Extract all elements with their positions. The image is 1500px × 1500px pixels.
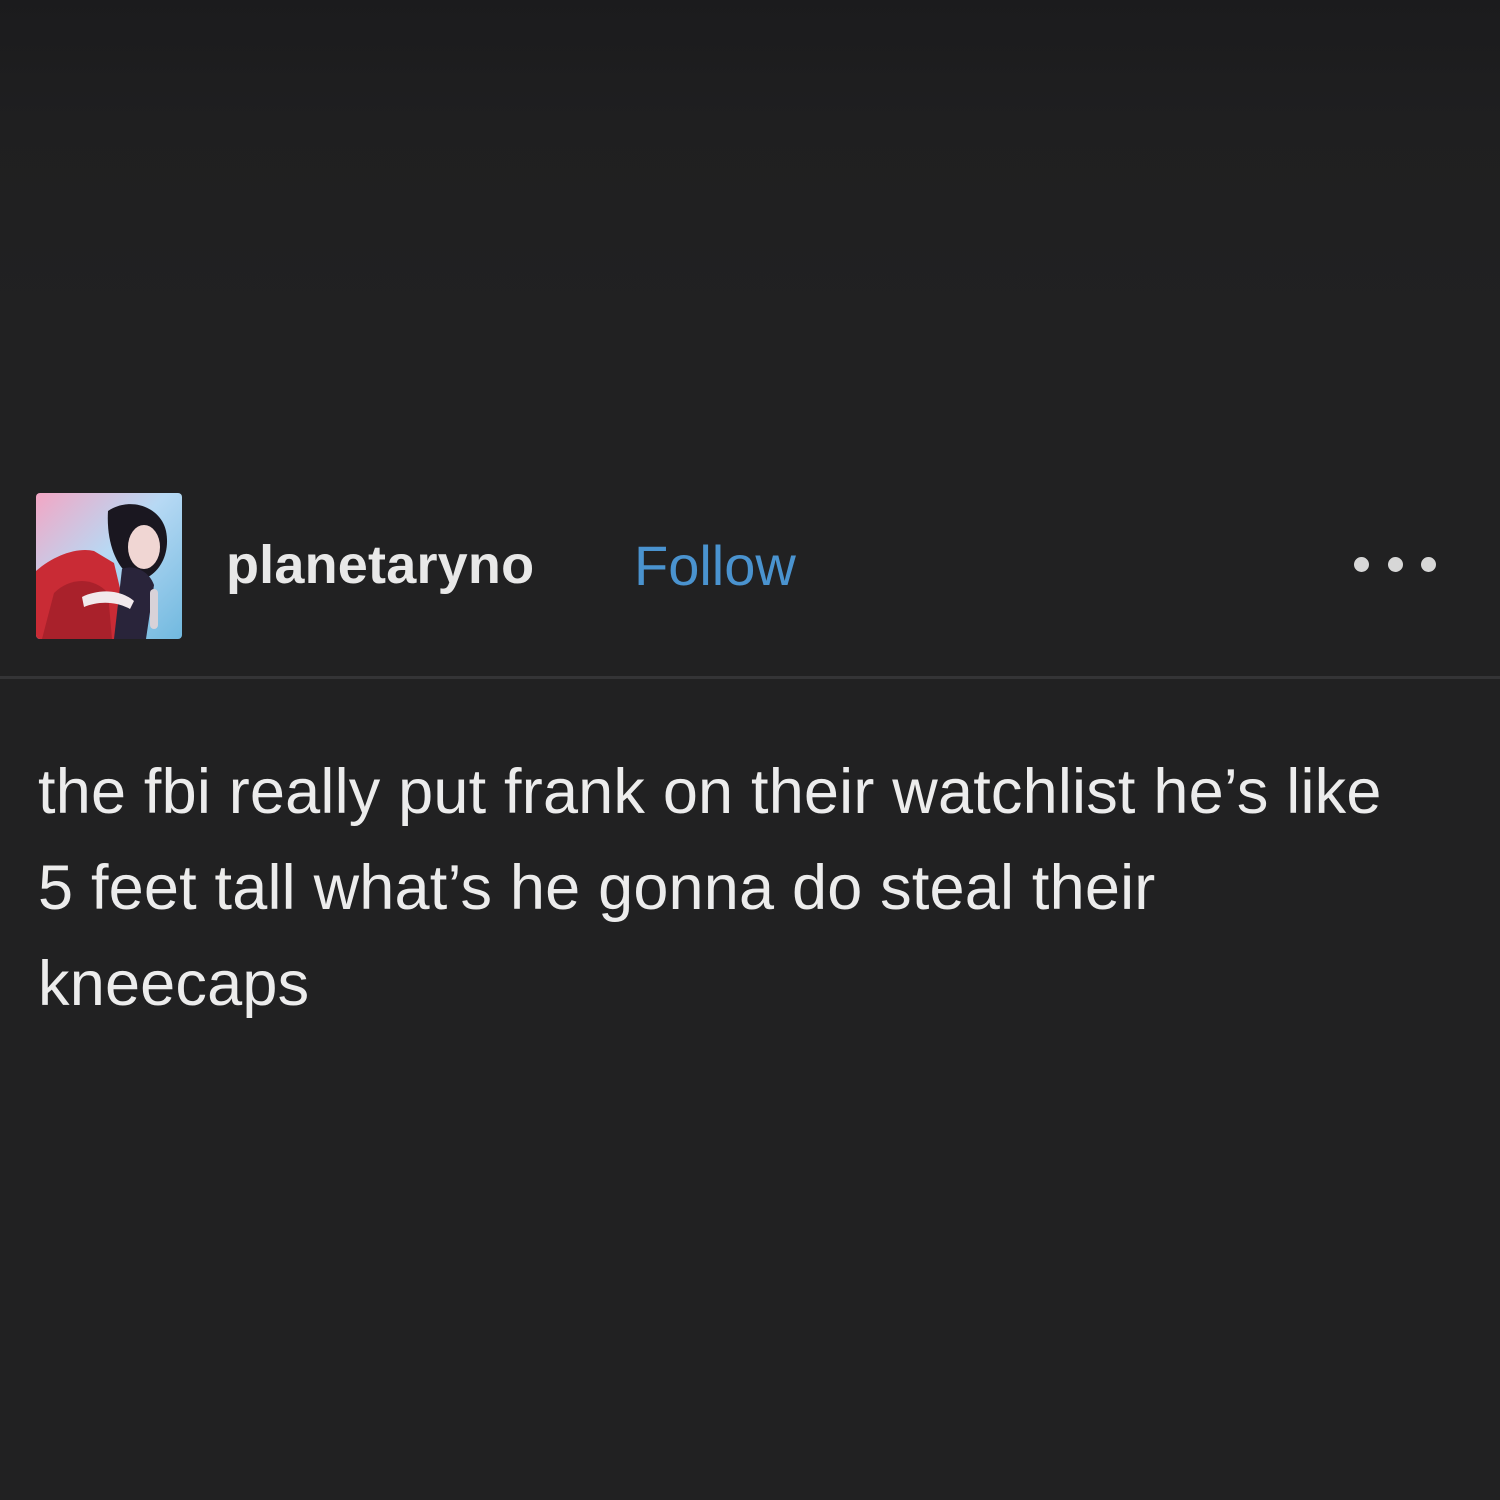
more-dot-icon: [1421, 556, 1436, 572]
follow-button[interactable]: Follow: [634, 538, 796, 594]
username[interactable]: planetaryno: [226, 538, 534, 592]
post-text: the fbi really put frank on their watchl…: [38, 757, 1382, 1019]
header-divider: [0, 676, 1500, 679]
more-dot-icon: [1354, 556, 1369, 572]
more-dot-icon: [1387, 556, 1403, 572]
post-page: planetaryno Follow the fbi really put fr…: [0, 0, 1500, 1500]
post-header: planetaryno Follow: [0, 490, 1500, 676]
avatar[interactable]: [36, 493, 182, 639]
more-options-icon[interactable]: [1354, 552, 1436, 576]
avatar-image: [36, 493, 182, 639]
